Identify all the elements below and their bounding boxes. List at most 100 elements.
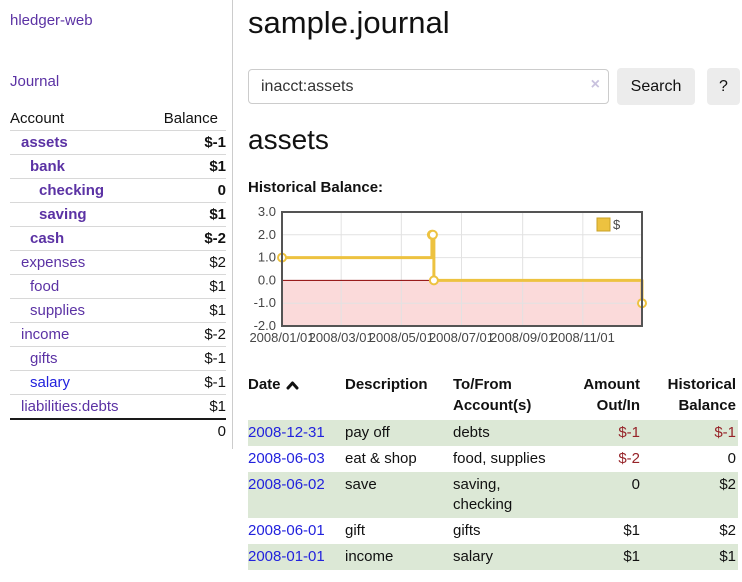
transaction-amount: $1 bbox=[557, 544, 642, 570]
account-link[interactable]: gifts bbox=[30, 350, 58, 367]
transaction-accounts: salary bbox=[453, 544, 557, 570]
register-header-row: Date Description To/From Account(s) Amou… bbox=[248, 372, 738, 420]
account-row-supplies: supplies $1 bbox=[10, 299, 226, 323]
account-balance: $1 bbox=[147, 299, 226, 323]
transaction-description: income bbox=[345, 544, 453, 570]
account-balance: $-1 bbox=[147, 347, 226, 371]
transaction-balance: $2 bbox=[642, 472, 738, 518]
transaction-accounts: debts bbox=[453, 420, 557, 446]
account-link[interactable]: liabilities:debts bbox=[21, 398, 119, 415]
account-row-liabilities-debts: liabilities:debts $1 bbox=[10, 395, 226, 420]
account-balance: $1 bbox=[147, 155, 226, 179]
transaction-date-link[interactable]: 2008-06-03 bbox=[248, 450, 325, 467]
accounts-total-value: 0 bbox=[147, 419, 226, 443]
svg-text:2008/07/01: 2008/07/01 bbox=[429, 330, 494, 345]
svg-text:2008/05/01: 2008/05/01 bbox=[369, 330, 434, 345]
transaction-amount: 0 bbox=[557, 472, 642, 518]
account-row-salary: salary $-1 bbox=[10, 371, 226, 395]
help-button[interactable]: ? bbox=[707, 68, 740, 105]
chart-canvas: 3.02.01.00.0-1.0-2.02008/01/012008/03/01… bbox=[248, 204, 668, 350]
sidebar-item-journal[interactable]: Journal bbox=[10, 73, 232, 90]
transaction-description: pay off bbox=[345, 420, 453, 446]
account-link[interactable]: bank bbox=[30, 158, 65, 175]
account-balance: $-2 bbox=[147, 227, 226, 251]
balance-column-header: Historical Balance bbox=[642, 372, 738, 420]
account-balance: $-2 bbox=[147, 323, 226, 347]
historical-balance-chart: 3.02.01.00.0-1.0-2.02008/01/012008/03/01… bbox=[248, 204, 740, 355]
page-title: sample.journal bbox=[248, 5, 740, 41]
account-row-food: food $1 bbox=[10, 275, 226, 299]
svg-text:2008/03/01: 2008/03/01 bbox=[309, 330, 374, 345]
account-link[interactable]: income bbox=[21, 326, 69, 343]
account-link[interactable]: supplies bbox=[30, 302, 85, 319]
transaction-amount: $1 bbox=[557, 518, 642, 544]
svg-text:-1.0: -1.0 bbox=[254, 295, 276, 310]
search-button[interactable]: Search bbox=[617, 68, 695, 105]
account-link[interactable]: cash bbox=[30, 230, 64, 247]
account-balance: $2 bbox=[147, 251, 226, 275]
clear-search-icon[interactable]: × bbox=[591, 76, 600, 94]
transaction-date-link[interactable]: 2008-12-31 bbox=[248, 424, 325, 441]
svg-text:0.0: 0.0 bbox=[258, 272, 276, 287]
account-row-checking: checking 0 bbox=[10, 179, 226, 203]
transaction-amount: $-2 bbox=[557, 446, 642, 472]
account-row-cash: cash $-2 bbox=[10, 227, 226, 251]
account-link[interactable]: expenses bbox=[21, 254, 85, 271]
chart-title: Historical Balance: bbox=[248, 179, 740, 196]
account-balance: $-1 bbox=[147, 371, 226, 395]
sort-ascending-icon bbox=[286, 375, 299, 396]
svg-text:2008/11/01: 2008/11/01 bbox=[551, 330, 615, 345]
account-link[interactable]: food bbox=[30, 278, 59, 295]
account-link[interactable]: assets bbox=[21, 134, 68, 151]
balance-column-header: Balance bbox=[147, 107, 226, 131]
accounts-column-header: To/From Account(s) bbox=[453, 372, 557, 420]
transaction-description: eat & shop bbox=[345, 446, 453, 472]
amount-column-header: Amount Out/In bbox=[557, 372, 642, 420]
transaction-accounts: food, supplies bbox=[453, 446, 557, 472]
account-row-assets: assets $-1 bbox=[10, 131, 226, 155]
svg-text:2008/01/01: 2008/01/01 bbox=[249, 330, 314, 345]
account-row-gifts: gifts $-1 bbox=[10, 347, 226, 371]
account-balance: $1 bbox=[147, 395, 226, 420]
transaction-date-link[interactable]: 2008-06-01 bbox=[248, 522, 325, 539]
account-row-expenses: expenses $2 bbox=[10, 251, 226, 275]
register-table: Date Description To/From Account(s) Amou… bbox=[248, 372, 738, 570]
search-input[interactable] bbox=[248, 69, 609, 104]
account-link[interactable]: saving bbox=[39, 206, 87, 223]
accounts-table: Account Balance assets $-1 bank $1 check… bbox=[10, 107, 226, 443]
description-column-header: Description bbox=[345, 372, 453, 420]
register-row: 2008-06-01 gift gifts $1 $2 bbox=[248, 518, 738, 544]
account-balance: $-1 bbox=[147, 131, 226, 155]
account-column-header: Account bbox=[10, 107, 147, 131]
transaction-date-link[interactable]: 2008-06-02 bbox=[248, 476, 325, 493]
date-column-header[interactable]: Date bbox=[248, 372, 345, 420]
transaction-balance: $1 bbox=[642, 544, 738, 570]
sidebar: hledger-web Journal Account Balance asse… bbox=[0, 0, 233, 449]
svg-text:2.0: 2.0 bbox=[258, 227, 276, 242]
account-row-income: income $-2 bbox=[10, 323, 226, 347]
svg-text:1.0: 1.0 bbox=[258, 250, 276, 265]
transaction-balance: 0 bbox=[642, 446, 738, 472]
account-row-saving: saving $1 bbox=[10, 203, 226, 227]
app-title-link[interactable]: hledger-web bbox=[10, 12, 93, 29]
account-heading: assets bbox=[248, 124, 740, 156]
account-balance: 0 bbox=[147, 179, 226, 203]
svg-text:3.0: 3.0 bbox=[258, 204, 276, 219]
svg-text:2008/09/01: 2008/09/01 bbox=[490, 330, 555, 345]
account-link[interactable]: salary bbox=[30, 374, 70, 391]
account-row-bank: bank $1 bbox=[10, 155, 226, 179]
transaction-amount: $-1 bbox=[557, 420, 642, 446]
svg-text:$: $ bbox=[613, 217, 621, 232]
transaction-accounts: saving, checking bbox=[453, 472, 557, 518]
page: hledger-web Journal Account Balance asse… bbox=[0, 0, 742, 570]
transaction-balance: $-1 bbox=[642, 420, 738, 446]
register-row: 2008-01-01 income salary $1 $1 bbox=[248, 544, 738, 570]
account-link[interactable]: checking bbox=[39, 182, 104, 199]
transaction-description: gift bbox=[345, 518, 453, 544]
transaction-accounts: gifts bbox=[453, 518, 557, 544]
transaction-balance: $2 bbox=[642, 518, 738, 544]
transaction-date-link[interactable]: 2008-01-01 bbox=[248, 548, 325, 565]
main-content: sample.journal × Search ? assets Histori… bbox=[233, 0, 742, 570]
transaction-description: save bbox=[345, 472, 453, 518]
register-row: 2008-12-31 pay off debts $-1 $-1 bbox=[248, 420, 738, 446]
